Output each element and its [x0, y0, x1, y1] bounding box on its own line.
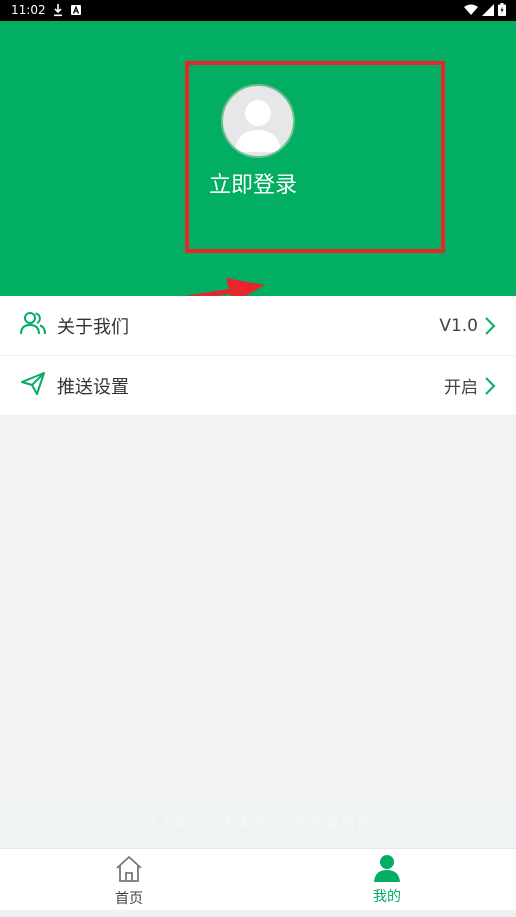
status-right [464, 3, 506, 16]
nav-tab-home[interactable]: 首页 [0, 849, 258, 911]
menu-label-about: 关于我们 [57, 316, 129, 338]
bottom-nav: 首页 我的 [0, 848, 516, 910]
highlight-box [185, 61, 445, 253]
avatar[interactable] [221, 84, 295, 158]
battery-icon [498, 3, 506, 16]
nav-label-home: 首页 [115, 891, 143, 907]
menu-label-push: 推送设置 [57, 376, 129, 398]
login-button[interactable]: 立即登录 [209, 170, 297, 202]
download-icon [54, 4, 62, 17]
status-bar: 11:02 [0, 0, 516, 21]
sponsor-note: 主办单位：天津市农业农村委员会 [0, 798, 516, 848]
wifi-icon [464, 4, 478, 15]
person-icon [374, 855, 400, 882]
signal-icon [482, 3, 494, 16]
chevron-right-icon [485, 376, 496, 395]
settings-menu: 关于我们 V1.0 推送设置 开启 [0, 296, 516, 416]
nav-label-mine: 我的 [373, 889, 401, 905]
notification-a-icon [71, 5, 81, 15]
menu-item-push-settings[interactable]: 推送设置 开启 [0, 356, 516, 416]
menu-item-about[interactable]: 关于我们 V1.0 [0, 296, 516, 356]
users-icon [20, 312, 46, 335]
version-value: V1.0 [439, 315, 478, 336]
chevron-right-icon [485, 316, 496, 335]
send-icon [21, 372, 45, 395]
push-status-value: 开启 [444, 378, 478, 398]
user-avatar-icon [235, 100, 281, 152]
nav-tab-mine[interactable]: 我的 [258, 849, 516, 911]
home-icon [116, 856, 142, 882]
status-time: 11:02 [11, 3, 46, 17]
system-nav-strip [0, 910, 516, 917]
